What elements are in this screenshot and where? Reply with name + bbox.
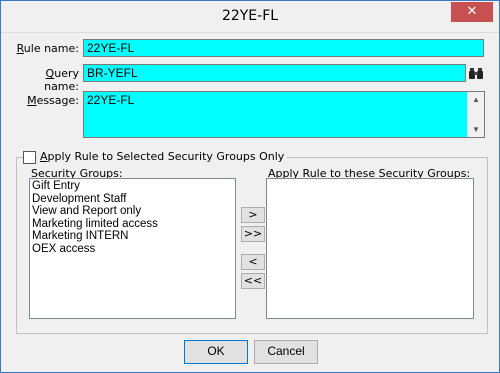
security-group-item[interactable]: Marketing INTERN xyxy=(32,230,233,243)
message-label: Message: xyxy=(27,94,79,107)
cancel-button[interactable]: Cancel xyxy=(254,340,318,364)
security-group-item[interactable]: Marketing limited access xyxy=(32,218,233,231)
security-group-item[interactable]: Gift Entry xyxy=(32,180,233,193)
security-groups-list[interactable]: Gift Entry Development Staff View and Repo… xyxy=(29,178,236,319)
query-name-label: Query name: xyxy=(44,67,79,93)
scroll-down-icon[interactable]: ▼ xyxy=(472,125,480,134)
ok-button[interactable]: OK xyxy=(184,340,248,364)
apply-to-groups-list[interactable] xyxy=(266,178,474,319)
apply-rule-checkbox[interactable] xyxy=(23,151,36,164)
move-right-button[interactable]: > xyxy=(241,207,265,223)
title-bar[interactable]: 22YE-FL ✕ xyxy=(1,1,499,33)
apply-rule-checkbox-label[interactable]: Apply Rule to Selected Security Groups O… xyxy=(37,150,288,163)
security-group-item[interactable]: View and Report only xyxy=(32,205,233,218)
rule-name-input[interactable]: 22YE-FL xyxy=(83,39,484,57)
dialog-window: 22YE-FL ✕ Rule name: 22YE-FL Query name:… xyxy=(0,0,500,373)
security-group-item[interactable]: Development Staff xyxy=(32,193,233,206)
message-text: 22YE-FL xyxy=(87,93,135,107)
message-scrollbar[interactable]: ▲ ▼ xyxy=(467,92,484,137)
query-name-input[interactable]: BR-YEFL xyxy=(83,64,466,82)
scroll-up-icon[interactable]: ▲ xyxy=(472,95,480,104)
move-all-right-button[interactable]: >> xyxy=(241,226,265,242)
binoculars-icon[interactable] xyxy=(468,65,484,81)
move-left-button[interactable]: < xyxy=(241,254,265,270)
move-all-left-button[interactable]: << xyxy=(241,273,265,289)
close-button[interactable]: ✕ xyxy=(451,2,493,22)
rule-name-label: Rule name: xyxy=(16,42,79,55)
security-group-item[interactable]: OEX access xyxy=(32,243,233,256)
message-textarea[interactable]: 22YE-FL ▲ ▼ xyxy=(83,91,485,138)
window-title: 22YE-FL xyxy=(221,8,279,24)
